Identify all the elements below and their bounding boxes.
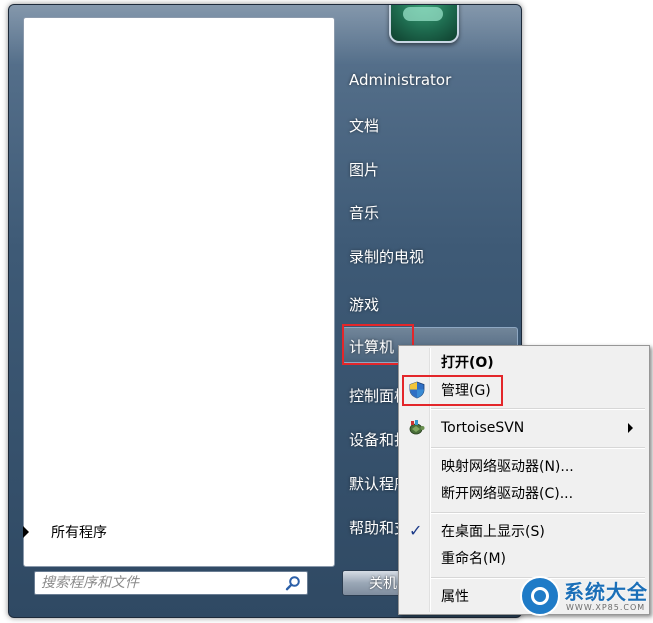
menu-separator xyxy=(431,408,645,410)
menu-item-pictures[interactable]: 图片 xyxy=(349,159,379,180)
expand-arrow-icon xyxy=(23,526,29,538)
ctx-item-tortoisesvn[interactable]: TortoiseSVN xyxy=(401,415,647,441)
menu-item-documents[interactable]: 文档 xyxy=(349,115,379,136)
watermark-url: WWW.XP85.COM xyxy=(566,603,646,612)
ctx-disconnect-drive-label: 断开网络驱动器(C)... xyxy=(441,486,574,502)
submenu-arrow-icon xyxy=(628,423,633,433)
search-icon[interactable] xyxy=(285,575,301,591)
all-programs-label: 所有程序 xyxy=(51,525,107,541)
ctx-rename-label: 重命名(M) xyxy=(441,551,507,567)
site-watermark: 系统大全 WWW.XP85.COM xyxy=(520,572,653,620)
all-programs-item[interactable]: 所有程序 xyxy=(23,520,107,544)
ctx-item-disconnect-drive[interactable]: 断开网络驱动器(C)... xyxy=(401,480,647,506)
ctx-item-show-on-desktop[interactable]: ✓ 在桌面上显示(S) xyxy=(401,518,647,544)
menu-separator xyxy=(431,447,645,449)
manage-highlight-box xyxy=(402,375,503,406)
search-box[interactable] xyxy=(34,571,308,595)
ctx-item-rename[interactable]: 重命名(M) xyxy=(401,545,647,571)
watermark-title: 系统大全 xyxy=(564,580,648,604)
ctx-tortoisesvn-label: TortoiseSVN xyxy=(441,420,525,436)
user-avatar[interactable] xyxy=(389,5,459,43)
programs-pane xyxy=(23,17,335,567)
ctx-open-label: 打开(O) xyxy=(441,355,494,371)
menu-item-music[interactable]: 音乐 xyxy=(349,202,379,223)
ctx-item-open[interactable]: 打开(O) xyxy=(401,349,647,375)
watermark-logo-icon xyxy=(520,576,560,616)
ctx-item-map-drive[interactable]: 映射网络驱动器(N)... xyxy=(401,453,647,479)
tortoisesvn-icon xyxy=(409,420,425,435)
ctx-show-on-desktop-label: 在桌面上显示(S) xyxy=(441,524,545,540)
menu-item-user[interactable]: Administrator xyxy=(349,71,451,89)
search-input[interactable] xyxy=(41,575,285,591)
menu-item-recorded-tv[interactable]: 录制的电视 xyxy=(349,246,424,267)
ctx-properties-label: 属性 xyxy=(441,589,469,605)
ctx-map-drive-label: 映射网络驱动器(N)... xyxy=(441,459,574,475)
menu-item-games[interactable]: 游戏 xyxy=(349,294,379,315)
shutdown-label: 关机 xyxy=(369,576,397,592)
check-icon: ✓ xyxy=(409,521,423,540)
menu-separator xyxy=(431,512,645,514)
